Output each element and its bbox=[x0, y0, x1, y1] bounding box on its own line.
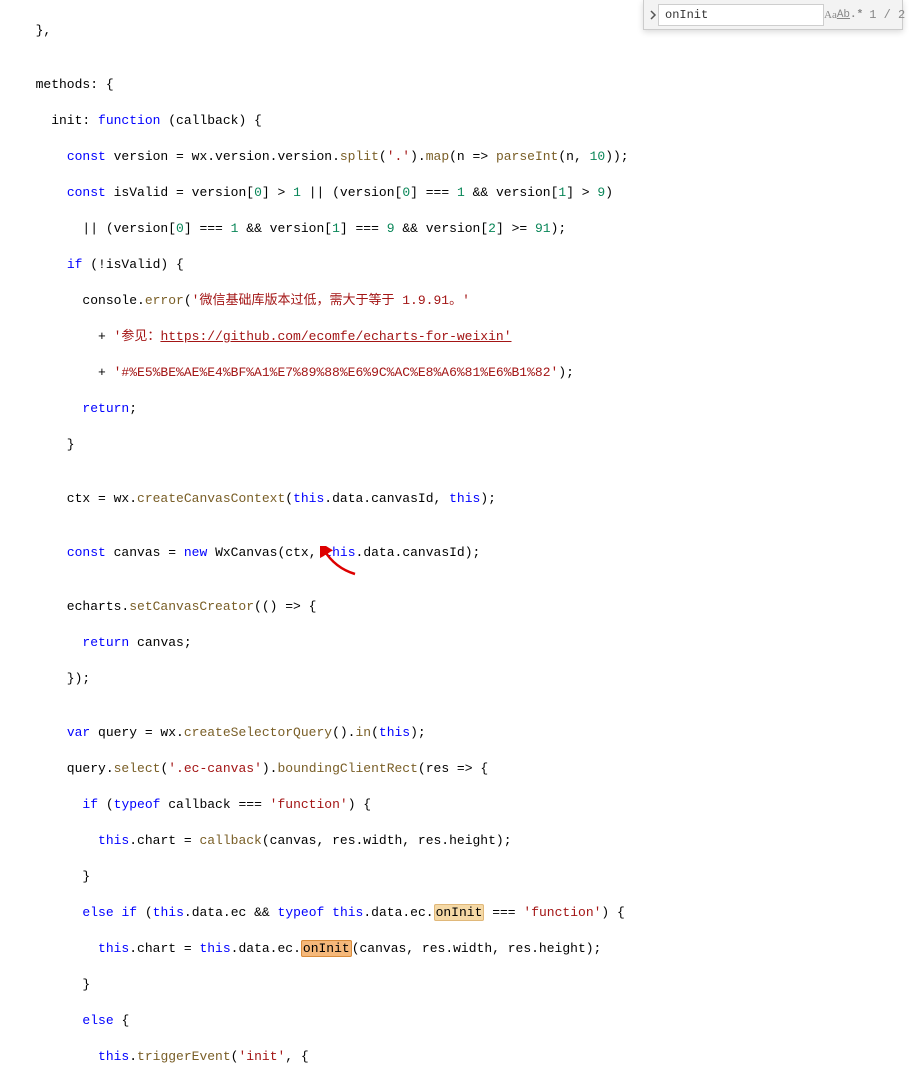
code-line: echarts.setCanvasCreator(() => { bbox=[20, 598, 918, 616]
code-line: const isValid = version[0] > 1 || (versi… bbox=[20, 184, 918, 202]
match-case-icon[interactable]: Aa bbox=[824, 5, 837, 25]
code-line: methods: { bbox=[20, 76, 918, 94]
find-expand-toggle[interactable] bbox=[650, 5, 658, 25]
code-line: this.chart = this.data.ec.onInit(canvas,… bbox=[20, 940, 918, 958]
url-link[interactable]: https://github.com/ecomfe/echarts-for-we… bbox=[160, 329, 511, 344]
code-line: ctx = wx.createCanvasContext(this.data.c… bbox=[20, 490, 918, 508]
code-line: || (version[0] === 1 && version[1] === 9… bbox=[20, 220, 918, 238]
code-line: } bbox=[20, 976, 918, 994]
code-line: if (!isValid) { bbox=[20, 256, 918, 274]
regex-icon[interactable]: .* bbox=[850, 5, 863, 25]
code-line: + '参见：https://github.com/ecomfe/echarts-… bbox=[20, 328, 918, 346]
code-line: this.chart = callback(canvas, res.width,… bbox=[20, 832, 918, 850]
code-editor[interactable]: }, methods: { init: function (callback) … bbox=[0, 0, 918, 1084]
find-match-count: 1 / 2 bbox=[863, 8, 911, 22]
code-line: }); bbox=[20, 670, 918, 688]
match-whole-word-icon[interactable]: Ab bbox=[837, 5, 850, 25]
code-line: return canvas; bbox=[20, 634, 918, 652]
code-line: if (typeof callback === 'function') { bbox=[20, 796, 918, 814]
find-match-current: onInit bbox=[301, 940, 352, 957]
code-line: return; bbox=[20, 400, 918, 418]
code-line: console.error('微信基础库版本过低，需大于等于 1.9.91。' bbox=[20, 292, 918, 310]
code-line: else { bbox=[20, 1012, 918, 1030]
code-line: + '#%E5%BE%AE%E4%BF%A1%E7%89%88%E6%9C%AC… bbox=[20, 364, 918, 382]
code-line: } bbox=[20, 436, 918, 454]
code-line: } bbox=[20, 868, 918, 886]
chevron-right-icon bbox=[650, 10, 658, 20]
find-widget: Aa Ab .* 1 / 2 bbox=[643, 0, 903, 30]
code-line: var query = wx.createSelectorQuery().in(… bbox=[20, 724, 918, 742]
find-match: onInit bbox=[434, 904, 485, 921]
code-line: const version = wx.version.version.split… bbox=[20, 148, 918, 166]
code-line: this.triggerEvent('init', { bbox=[20, 1048, 918, 1066]
code-line: init: function (callback) { bbox=[20, 112, 918, 130]
code-line: const canvas = new WxCanvas(ctx, this.da… bbox=[20, 544, 918, 562]
find-input[interactable] bbox=[658, 4, 824, 26]
code-line: query.select('.ec-canvas').boundingClien… bbox=[20, 760, 918, 778]
code-line: else if (this.data.ec && typeof this.dat… bbox=[20, 904, 918, 922]
